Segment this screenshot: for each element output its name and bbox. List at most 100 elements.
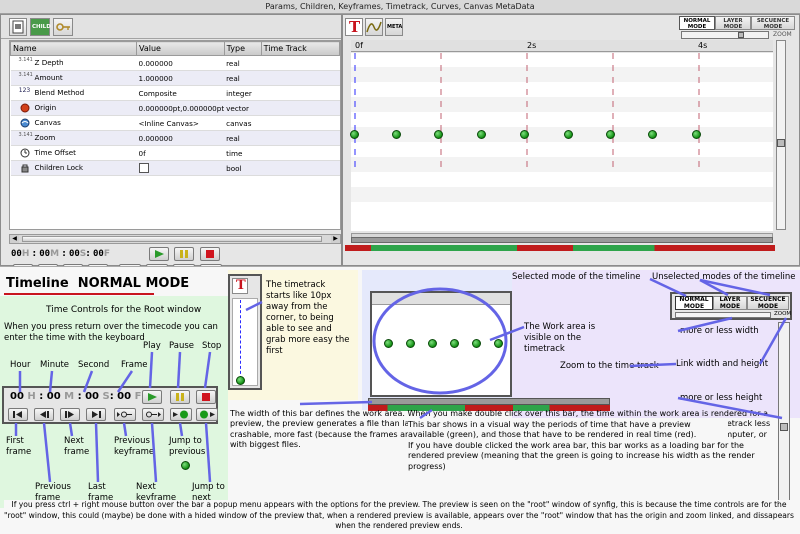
param-type: real [224, 130, 262, 146]
param-row-amount[interactable]: 3.141 Amount 1.000000 real [10, 70, 340, 86]
param-row-children-lock[interactable]: Children Lock bool [10, 160, 340, 176]
param-row-origin[interactable]: Origin 0.000000pt,0.000000pt vector [10, 100, 340, 116]
col-header-type[interactable]: Type [223, 41, 262, 56]
previous-frame-button[interactable] [34, 408, 54, 421]
tc-minute-unit: M [50, 249, 60, 259]
scroll-thumb[interactable] [22, 236, 322, 242]
jump-previous-button[interactable] [170, 408, 192, 421]
pause-button[interactable] [174, 247, 194, 261]
tc-second[interactable]: 00 [69, 249, 80, 259]
timetrack-tab[interactable]: T [345, 18, 363, 36]
zoom-height-thumb[interactable] [777, 139, 785, 147]
next-frame-button[interactable] [60, 408, 80, 421]
params-panel: CHILD Name Value Type Time Track 3.141 Z … [0, 14, 342, 277]
first-frame-button[interactable] [8, 408, 28, 421]
zoom-width-slider [675, 312, 771, 318]
keyframe-marker[interactable] [434, 130, 443, 139]
param-value[interactable]: 0.000000 [136, 130, 225, 146]
tc-minute-unit: M [64, 391, 75, 402]
meta-tab[interactable]: META [385, 18, 403, 36]
zoom-height-slider[interactable] [776, 40, 786, 230]
integer-param-icon: 123 [18, 87, 31, 94]
layer-mode-button[interactable]: LAYER MODE [715, 16, 751, 30]
mode-label: MODE [687, 24, 707, 30]
param-row-zoom[interactable]: 3.141 Zoom 0.000000 real [10, 130, 340, 146]
jump-next-button[interactable] [196, 408, 218, 421]
param-value[interactable]: 1.000000 [136, 70, 225, 86]
first-frame-icon [13, 411, 22, 418]
param-value[interactable]: 0.000000pt,0.000000pt [136, 100, 225, 116]
last-frame-icon [92, 411, 101, 418]
zoom-width-slider[interactable] [681, 31, 769, 39]
scroll-right-arrow[interactable]: ▶ [331, 235, 340, 243]
height-note: more or less height [680, 393, 763, 403]
params-table: Name Value Type Time Track 3.141 Z Depth 0… [10, 41, 340, 176]
keyframe-marker[interactable] [606, 130, 615, 139]
work-area-bar-zoom [368, 398, 610, 405]
last-frame-button[interactable] [86, 408, 106, 421]
param-value[interactable]: 0.000000 [136, 55, 225, 71]
tc-hour[interactable]: 00 [11, 249, 22, 259]
keyframe-marker[interactable] [648, 130, 657, 139]
heading-mode: NORMAL MODE [77, 276, 190, 291]
col-header-timetrack[interactable]: Time Track [260, 41, 340, 56]
children-tab-icon: CHILD [32, 24, 51, 30]
sequence-mode-button: SECUENCE MODE [747, 296, 789, 310]
keyframe-marker[interactable] [392, 130, 401, 139]
tc-minute[interactable]: 00 [39, 249, 50, 259]
sequence-mode-button[interactable]: SECUENCE MODE [751, 16, 795, 30]
tc-frame[interactable]: 00 [93, 249, 104, 259]
tc-second-unit: S [79, 249, 87, 259]
params-hscrollbar[interactable]: ◀ ▶ [9, 234, 341, 244]
pause-button[interactable] [170, 390, 190, 404]
keyframe-marker [450, 339, 459, 348]
params-tab[interactable] [9, 18, 27, 36]
next-keyframe-icon [146, 411, 161, 418]
keyframe-marker[interactable] [350, 130, 359, 139]
param-value[interactable]: <Inline Canvas> [136, 115, 225, 131]
stop-button[interactable] [196, 390, 216, 404]
time-controls-title: Time Controls for the Root window [46, 305, 202, 315]
normal-mode-button[interactable]: NORMAL MODE [679, 16, 715, 30]
curves-tab[interactable] [365, 18, 383, 36]
children-tab[interactable]: CHILD [30, 18, 51, 36]
children-lock-checkbox[interactable] [138, 163, 149, 173]
preview-bar-note: This bar shows in a visual way the perio… [408, 420, 728, 441]
keyframe-marker[interactable] [692, 130, 701, 139]
preview-status-bar[interactable] [345, 245, 775, 251]
ruler-label-2s: 2s [527, 41, 537, 50]
stop-button[interactable] [200, 247, 220, 261]
param-row-zdepth[interactable]: 3.141 Z Depth 0.000000 real [10, 55, 340, 71]
timecode-display[interactable]: 00H : 00M : 00S: 00F [11, 248, 129, 261]
modes-zoom: NORMAL MODE LAYER MODE SECUENCE MODE ZOOM [670, 292, 792, 320]
corner-playhead [240, 300, 241, 384]
zoom-width-thumb[interactable] [738, 32, 744, 38]
param-row-blend-method[interactable]: 123 Blend Method Composite integer [10, 85, 340, 101]
work-area-bar[interactable] [351, 237, 773, 243]
selected-mode-note: Selected mode of the timeline [512, 272, 641, 282]
scroll-left-arrow[interactable]: ◀ [10, 235, 19, 243]
col-header-name[interactable]: Name [10, 41, 137, 56]
tc-zoom-display: 00 H : 00 M : 00 S: 00 F [10, 391, 142, 402]
lock-param-icon [19, 163, 31, 173]
timetrack-area[interactable] [351, 53, 773, 231]
param-row-canvas[interactable]: Canvas <Inline Canvas> canvas [10, 115, 340, 131]
keyframe-marker[interactable] [477, 130, 486, 139]
keyframe-marker[interactable] [564, 130, 573, 139]
next-keyframe-button[interactable] [142, 408, 164, 421]
keyframes-tab[interactable] [53, 18, 73, 36]
keyframe-marker[interactable] [520, 130, 529, 139]
window-title-bar: Params, Children, Keyframes, Timetrack, … [0, 0, 800, 14]
col-header-value[interactable]: Value [136, 41, 225, 56]
previous-keyframe-button[interactable] [114, 408, 136, 421]
param-name: Z Depth [34, 58, 64, 67]
tc-second: 00 [85, 391, 99, 402]
keyframe-marker [406, 339, 415, 348]
play-button[interactable] [142, 390, 162, 404]
zoom-label: ZOOM [773, 31, 792, 38]
param-row-time-offset[interactable]: Time Offset 0f time [10, 145, 340, 161]
time-ruler[interactable]: 0f 2s 4s [351, 40, 773, 52]
param-value[interactable]: Composite [136, 85, 225, 101]
play-button[interactable] [149, 247, 169, 261]
param-value[interactable]: 0f [136, 145, 225, 161]
